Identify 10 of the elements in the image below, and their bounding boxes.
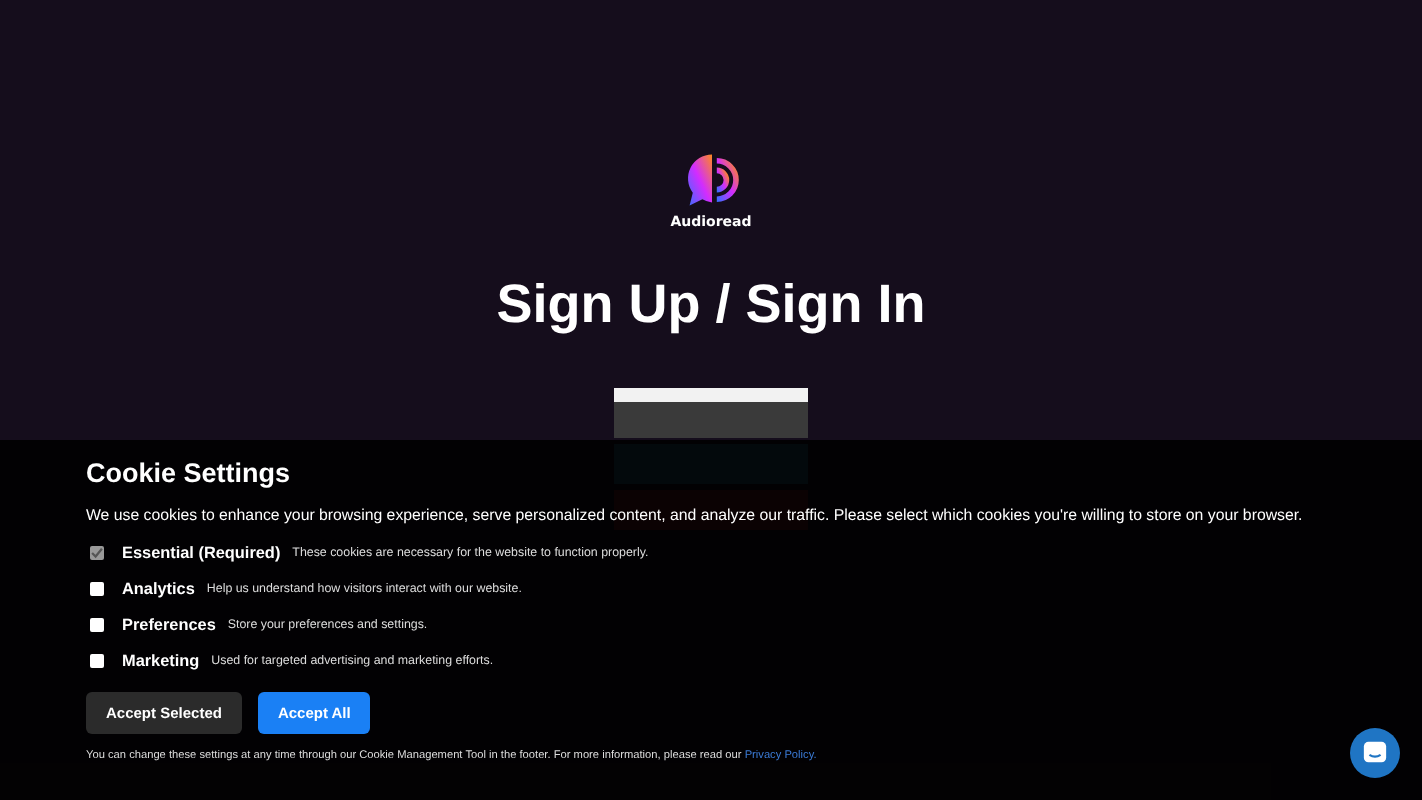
cookie-option-label: Marketing	[122, 651, 200, 669]
checkbox[interactable]	[90, 617, 104, 631]
checkbox[interactable]	[90, 581, 104, 595]
cookie-option-label: Essential (Required)	[122, 543, 281, 561]
cookie-banner-title: Cookie Settings	[86, 458, 293, 488]
chat-icon	[1362, 740, 1388, 766]
checkbox[interactable]	[90, 653, 104, 667]
cookie-option-label: Analytics	[122, 579, 195, 597]
page-heading: Sign Up / Sign In	[496, 274, 926, 336]
cookie-option-label: Preferences	[122, 615, 216, 633]
